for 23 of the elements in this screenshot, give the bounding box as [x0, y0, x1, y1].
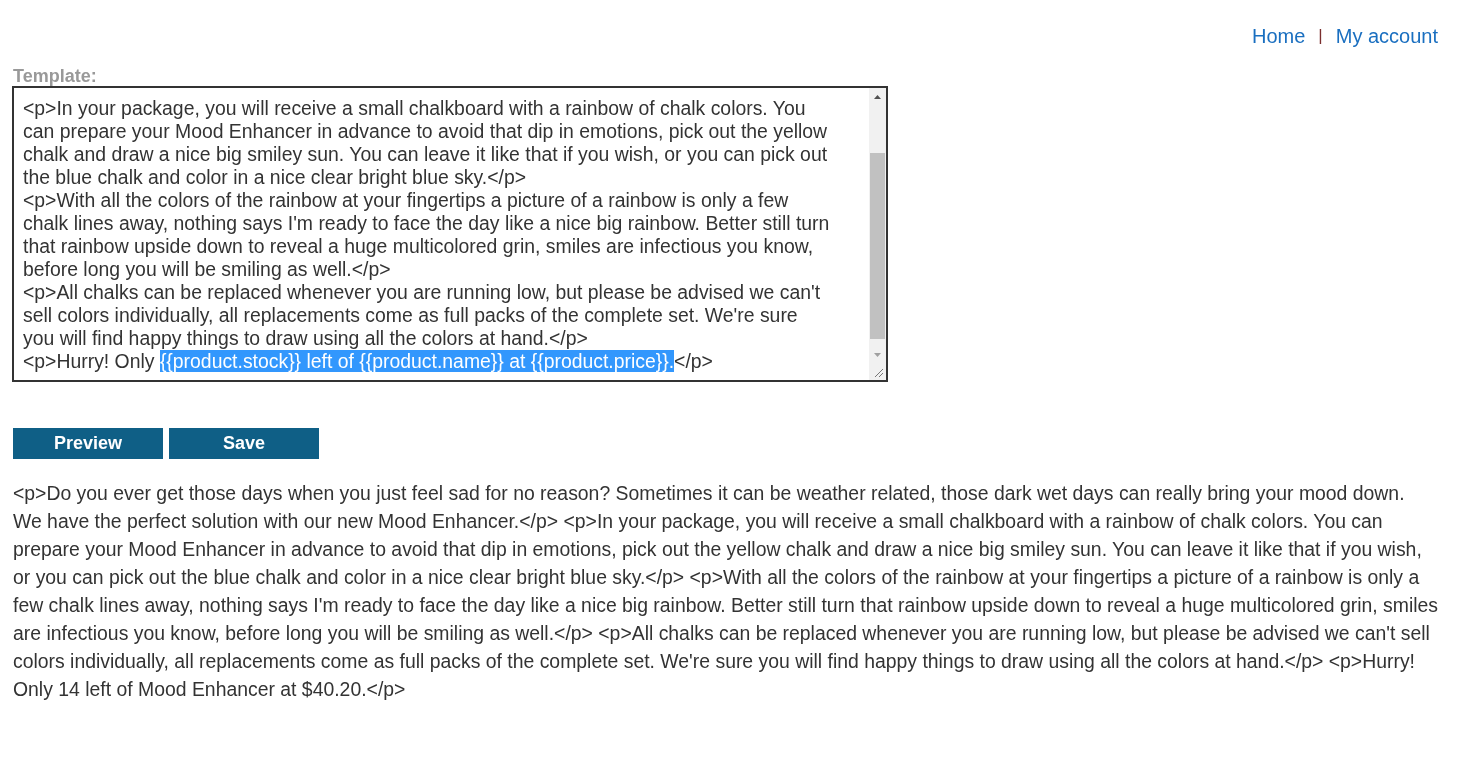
action-button[interactable]: Save [169, 428, 319, 459]
template-line: you will find happy things to draw using all the colors at hand.</p> [23, 327, 588, 350]
scrollbar[interactable] [869, 88, 886, 380]
template-line: <p>All chalks can be replaced whenever you are running low, but please be advised we can't [23, 281, 821, 304]
template-line: chalk lines away, nothing says I'm ready to face the day like a nice big rainbow. Better still turn [23, 212, 830, 235]
template-text: <p>Hurry! Only [23, 350, 156, 372]
action-button[interactable]: Preview [13, 428, 163, 459]
nav-separator: | [1318, 26, 1323, 46]
template-line: before long you will be smiling as well.</p> [23, 258, 391, 281]
selected-text: {{product.stock}} left of {{product.name}} at {{product.price}}. [159, 350, 675, 372]
template-text: </p> [674, 350, 713, 372]
template-label: Template: [13, 66, 98, 86]
template-textarea[interactable] [12, 86, 888, 382]
template-line: sell colors individually, all replacements come as full packs of the complete set. We're sure [23, 304, 798, 327]
nav-link[interactable]: Home [1251, 24, 1306, 48]
template-line: the blue chalk and color in a nice clear bright blue sky.</p> [23, 166, 527, 189]
template-line: can prepare your Mood Enhancer in advance to avoid that dip in emotions, pick out the yellow [23, 120, 828, 143]
template-line: that rainbow upside down to reveal a huge multicolored grin, smiles are infectious you know, [23, 235, 814, 258]
template-line: <p>With all the colors of the rainbow at your fingertips a picture of a rainbow is only a few [23, 189, 789, 212]
nav-link[interactable]: My account [1335, 24, 1438, 48]
template-line: chalk and draw a nice big smiley sun. You can leave it like that if you wish, or you can pick out [23, 143, 828, 166]
template-line: <p>In your package, you will receive a small chalkboard with a rainbow of chalk colors. You [23, 97, 806, 120]
preview-text: <p>Do you ever get those days when you just feel sad for no reason? Sometimes it can be weather related, those dark wet days can really bring your mood down. We have the perfect solution with our new Mood Enhancer.</p> <p>In your package, you will receive a small chalkboard with a rainbow of chalk colors. You can prepare your Mood Enhancer in advance to avoid that dip in emotions, pick out the yellow chalk and draw a nice big smiley sun. You can leave it like that if you wish, or you can pick out the blue chalk and color in a nice clear bright blue sky.</p> <p>With all the colors of the rainbow at your fingertips a picture of a rainbow is only a few chalk lines away, nothing says I'm ready to face the day like a nice big rainbow. Better still turn that rainbow upside down to reveal a huge multicolored grin, smiles are infectious you know, before long you will be smiling as well.</p> <p>All chalks can be replaced whenever you are running low, but please be advised we can't sell colors individually, all replacements come as full packs of the complete set. We're sure you will find happy things to draw using all the colors at hand.</p> <p>Hurry! Only 14 left of Mood Enhancer at $40.20.</p> [13, 481, 1438, 702]
